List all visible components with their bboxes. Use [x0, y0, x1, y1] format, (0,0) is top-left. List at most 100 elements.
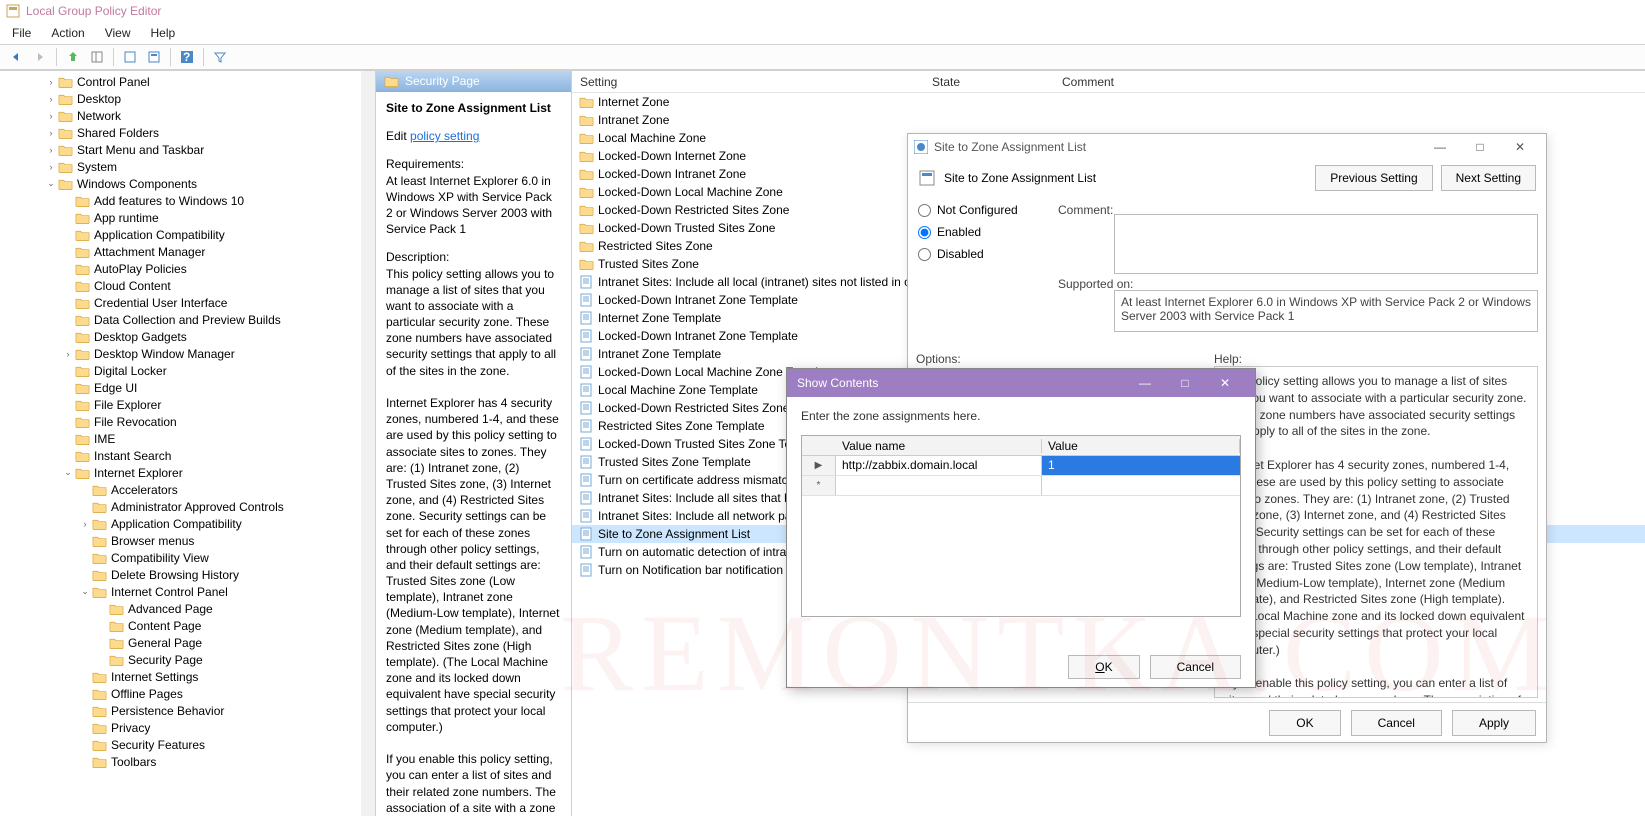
forward-button[interactable]: [30, 47, 50, 67]
tree-item[interactable]: Internet Settings: [4, 668, 375, 685]
tree-item[interactable]: Edge UI: [4, 379, 375, 396]
radio-not-configured[interactable]: Not Configured: [918, 203, 1048, 217]
tree-item[interactable]: Credential User Interface: [4, 294, 375, 311]
export-button[interactable]: [120, 47, 140, 67]
tree-item[interactable]: File Revocation: [4, 413, 375, 430]
tree-item[interactable]: Advanced Page: [4, 600, 375, 617]
list-header: Setting State Comment: [572, 71, 1645, 93]
list-item[interactable]: Intranet Zone: [572, 111, 1645, 129]
tree-item[interactable]: ›Start Menu and Taskbar: [4, 141, 375, 158]
tree-item[interactable]: Digital Locker: [4, 362, 375, 379]
tree-item[interactable]: Security Page: [4, 651, 375, 668]
maximize-button[interactable]: □: [1460, 136, 1500, 158]
tree-item[interactable]: ›Control Panel: [4, 73, 375, 90]
tree-item[interactable]: Browser menus: [4, 532, 375, 549]
dialog-heading: Site to Zone Assignment List: [944, 171, 1307, 185]
show-hide-tree-button[interactable]: [87, 47, 107, 67]
close-button[interactable]: ✕: [1500, 136, 1540, 158]
filter-button[interactable]: [210, 47, 230, 67]
tree-item[interactable]: ›System: [4, 158, 375, 175]
tree-item[interactable]: ›Network: [4, 107, 375, 124]
description-label: Description:: [386, 249, 561, 265]
tree-item[interactable]: Data Collection and Preview Builds: [4, 311, 375, 328]
details-pane: Security Page Site to Zone Assignment Li…: [376, 71, 572, 816]
grid-new-row[interactable]: *: [802, 476, 1240, 496]
menu-action[interactable]: Action: [51, 26, 84, 40]
radio-disabled[interactable]: Disabled: [918, 247, 1048, 261]
navigation-tree[interactable]: ›Control Panel›Desktop›Network›Shared Fo…: [0, 71, 376, 816]
zone-assignments-grid[interactable]: Value name Value ▶ http://zabbix.domain.…: [801, 435, 1241, 617]
tree-item[interactable]: Delete Browsing History: [4, 566, 375, 583]
up-button[interactable]: [63, 47, 83, 67]
previous-setting-button[interactable]: Previous Setting: [1315, 165, 1432, 191]
tree-item[interactable]: Offline Pages: [4, 685, 375, 702]
edit-policy-link[interactable]: policy setting: [410, 129, 479, 143]
tree-item[interactable]: Toolbars: [4, 753, 375, 770]
tree-item[interactable]: Privacy: [4, 719, 375, 736]
tree-item[interactable]: Accelerators: [4, 481, 375, 498]
apply-button[interactable]: Apply: [1452, 710, 1536, 736]
show-contents-prompt: Enter the zone assignments here.: [787, 397, 1255, 435]
ok-button[interactable]: OK: [1269, 710, 1340, 736]
grid-col-name[interactable]: Value name: [836, 439, 1042, 453]
tree-item[interactable]: Desktop Gadgets: [4, 328, 375, 345]
help-textbox[interactable]: This policy setting allows you to manage…: [1214, 366, 1538, 698]
next-setting-button[interactable]: Next Setting: [1441, 165, 1536, 191]
supported-label: Supported on:: [1058, 277, 1133, 291]
tree-item[interactable]: Attachment Manager: [4, 243, 375, 260]
show-contents-dialog: Show Contents — □ ✕ Enter the zone assig…: [786, 368, 1256, 688]
ok-button[interactable]: OK: [1068, 655, 1139, 679]
tree-item[interactable]: ⌄Windows Components: [4, 175, 375, 192]
list-item[interactable]: Internet Zone: [572, 93, 1645, 111]
close-button[interactable]: ✕: [1205, 370, 1245, 396]
help-label: Help:: [1214, 352, 1538, 366]
tree-item[interactable]: Add features to Windows 10: [4, 192, 375, 209]
tree-item[interactable]: ›Desktop Window Manager: [4, 345, 375, 362]
grid-cell-name[interactable]: http://zabbix.domain.local: [836, 456, 1042, 475]
edit-label: Edit: [386, 129, 410, 143]
cancel-button[interactable]: Cancel: [1150, 655, 1241, 679]
tree-item[interactable]: Compatibility View: [4, 549, 375, 566]
col-setting[interactable]: Setting: [572, 75, 932, 89]
col-state[interactable]: State: [932, 75, 1062, 89]
tree-item[interactable]: ›Application Compatibility: [4, 515, 375, 532]
tree-item[interactable]: App runtime: [4, 209, 375, 226]
tree-item[interactable]: Administrator Approved Controls: [4, 498, 375, 515]
col-comment[interactable]: Comment: [1062, 75, 1645, 89]
tree-item[interactable]: Application Compatibility: [4, 226, 375, 243]
tree-item[interactable]: File Explorer: [4, 396, 375, 413]
menu-help[interactable]: Help: [151, 26, 176, 40]
menu-view[interactable]: View: [105, 26, 131, 40]
refresh-button[interactable]: [144, 47, 164, 67]
tree-item[interactable]: Content Page: [4, 617, 375, 634]
grid-row[interactable]: ▶ http://zabbix.domain.local 1: [802, 456, 1240, 476]
radio-enabled[interactable]: Enabled: [918, 225, 1048, 239]
maximize-button[interactable]: □: [1165, 370, 1205, 396]
app-icon: [6, 4, 20, 18]
help-button[interactable]: ?: [177, 47, 197, 67]
show-contents-title: Show Contents: [797, 376, 878, 390]
tree-item[interactable]: AutoPlay Policies: [4, 260, 375, 277]
tree-item[interactable]: Instant Search: [4, 447, 375, 464]
tree-item[interactable]: Cloud Content: [4, 277, 375, 294]
tree-item[interactable]: ›Desktop: [4, 90, 375, 107]
tree-item[interactable]: IME: [4, 430, 375, 447]
svg-text:?: ?: [183, 50, 190, 64]
tree-item[interactable]: General Page: [4, 634, 375, 651]
tree-item[interactable]: Persistence Behavior: [4, 702, 375, 719]
cancel-button[interactable]: Cancel: [1351, 710, 1442, 736]
grid-col-value[interactable]: Value: [1042, 439, 1240, 453]
grid-cell-value[interactable]: 1: [1042, 456, 1240, 475]
minimize-button[interactable]: —: [1125, 370, 1165, 396]
tree-item[interactable]: ⌄Internet Explorer: [4, 464, 375, 481]
comment-textbox[interactable]: [1114, 214, 1538, 274]
requirements-text: At least Internet Explorer 6.0 in Window…: [386, 173, 561, 238]
back-button[interactable]: [6, 47, 26, 67]
details-header-title: Security Page: [405, 74, 480, 88]
tree-item[interactable]: ⌄Internet Control Panel: [4, 583, 375, 600]
tree-item[interactable]: ›Shared Folders: [4, 124, 375, 141]
tree-item[interactable]: Security Features: [4, 736, 375, 753]
scrollbar[interactable]: [361, 71, 375, 816]
menu-file[interactable]: File: [12, 26, 31, 40]
minimize-button[interactable]: —: [1420, 136, 1460, 158]
